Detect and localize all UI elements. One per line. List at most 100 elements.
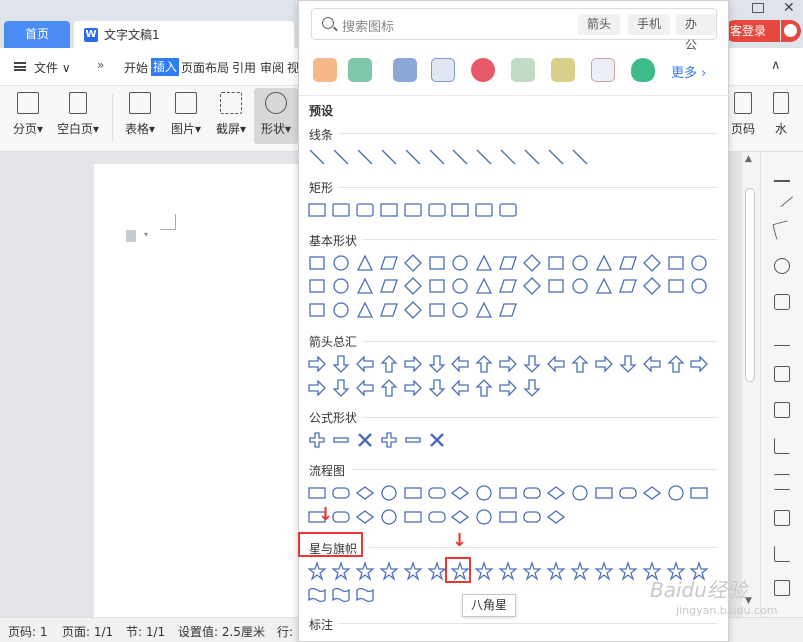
shape-basic-7[interactable] (474, 300, 494, 320)
pyramid-icon[interactable] (774, 330, 790, 346)
shape-flow-9[interactable] (522, 507, 542, 527)
shape-basic-15[interactable] (666, 253, 686, 273)
shape-basic-1[interactable] (331, 276, 351, 296)
shape-line-6[interactable] (450, 147, 470, 167)
shape-flow-8[interactable] (498, 483, 518, 503)
shape-basic-0[interactable] (307, 276, 327, 296)
shape-arrow-11[interactable] (570, 354, 590, 374)
medical-door-icon[interactable] (393, 58, 417, 82)
shape-basic-5[interactable] (427, 253, 447, 273)
shape-basic-6[interactable] (450, 253, 470, 273)
shape-basic-10[interactable] (546, 276, 566, 296)
shape-flow-15[interactable] (666, 483, 686, 503)
shape-line-0[interactable] (307, 147, 327, 167)
menu-item-start[interactable]: 开始 (124, 59, 148, 76)
collapse-ribbon-icon[interactable]: ∧ (771, 58, 781, 73)
shape-eq-5[interactable] (427, 430, 447, 450)
share-icon[interactable] (774, 546, 790, 562)
search-chip-arrow[interactable]: 箭头 (578, 14, 621, 35)
shape-rect-4[interactable] (403, 200, 423, 220)
shape-star-12[interactable] (594, 561, 614, 581)
shape-basic-14[interactable] (642, 276, 662, 296)
shape-rect-8[interactable] (498, 200, 518, 220)
shape-rect-0[interactable] (307, 200, 327, 220)
shape-banner-1[interactable] (331, 585, 351, 605)
shape-basic-2[interactable] (355, 276, 375, 296)
image-tool-icon[interactable] (774, 510, 790, 526)
file-menu[interactable]: 文件 ∨ (34, 59, 71, 76)
shape-arrow-14[interactable] (642, 354, 662, 374)
shape-flow-6[interactable] (450, 507, 470, 527)
shape-arrow-9[interactable] (522, 378, 542, 398)
shape-arrow-3[interactable] (379, 378, 399, 398)
watermark-button[interactable]: 水 (770, 92, 792, 137)
shape-basic-8[interactable] (498, 276, 518, 296)
page-break-button[interactable]: 分页▾ (10, 92, 46, 137)
shape-basic-7[interactable] (474, 253, 494, 273)
shape-star-8[interactable] (498, 561, 518, 581)
shape-arrow-16[interactable] (689, 354, 709, 374)
shape-arrow-8[interactable] (498, 378, 518, 398)
shape-line-10[interactable] (546, 147, 566, 167)
shape-flow-10[interactable] (546, 507, 566, 527)
shape-flow-3[interactable] (379, 507, 399, 527)
shape-line-9[interactable] (522, 147, 542, 167)
shape-arrow-1[interactable] (331, 378, 351, 398)
shape-flow-9[interactable] (522, 483, 542, 503)
shape-arrow-15[interactable] (666, 354, 686, 374)
menu-item-review[interactable]: 审阅 (260, 59, 284, 76)
scroll-up-icon[interactable]: ▲ (745, 154, 752, 164)
shape-flow-6[interactable] (450, 483, 470, 503)
shape-basic-0[interactable] (307, 253, 327, 273)
shapes-button[interactable]: 形状▾ (254, 88, 298, 144)
shape-arrow-7[interactable] (474, 354, 494, 374)
shape-flow-14[interactable] (642, 483, 662, 503)
shape-basic-13[interactable] (618, 253, 638, 273)
shape-star-5[interactable] (426, 561, 447, 581)
shape-basic-15[interactable] (666, 276, 686, 296)
shape-arrow-13[interactable] (618, 354, 638, 374)
shape-basic-3[interactable] (379, 300, 399, 320)
medical-monitor-icon[interactable] (431, 58, 455, 82)
copy-icon[interactable] (774, 580, 790, 596)
shape-basic-4[interactable] (403, 276, 423, 296)
medical-record-icon[interactable] (511, 58, 535, 82)
tab-home[interactable]: 首页 (4, 21, 70, 48)
shape-eq-2[interactable] (355, 430, 375, 450)
shape-basic-1[interactable] (331, 253, 351, 273)
screenshot-button[interactable]: 截屏▾ (212, 92, 250, 137)
shape-star-1[interactable] (331, 561, 351, 581)
shape-star-9[interactable] (522, 561, 542, 581)
menu-icon[interactable] (14, 62, 26, 71)
shape-arrow-4[interactable] (403, 354, 423, 374)
avatar[interactable] (781, 20, 801, 42)
shape-flow-2[interactable] (355, 507, 375, 527)
shape-eq-4[interactable] (403, 430, 423, 450)
shape-flow-0[interactable] (307, 483, 327, 503)
shape-basic-6[interactable] (450, 276, 470, 296)
shape-line-8[interactable] (498, 147, 518, 167)
settings-sliders-icon[interactable] (774, 474, 790, 490)
shape-line-7[interactable] (474, 147, 494, 167)
shape-tool-icon[interactable] (774, 294, 790, 310)
shape-flow-2[interactable] (355, 483, 375, 503)
shape-basic-12[interactable] (594, 253, 614, 273)
cursor-icon[interactable] (772, 220, 792, 240)
shape-basic-13[interactable] (618, 276, 638, 296)
grid-apps-icon[interactable] (774, 402, 790, 418)
shape-star-7[interactable] (474, 561, 495, 581)
paragraph-options-icon[interactable] (126, 230, 136, 242)
chevron-right-icon[interactable]: » (97, 58, 104, 72)
shape-arrow-6[interactable] (450, 378, 470, 398)
menu-item-references[interactable]: 引用 (232, 59, 256, 76)
shape-arrow-9[interactable] (522, 354, 542, 374)
scrollbar-thumb[interactable] (745, 188, 755, 382)
shape-flow-5[interactable] (427, 507, 447, 527)
shape-flow-7[interactable] (474, 483, 494, 503)
head-alert-icon[interactable] (313, 58, 337, 82)
shape-flow-10[interactable] (546, 483, 566, 503)
shape-basic-5[interactable] (427, 276, 447, 296)
shape-banner-2[interactable] (355, 585, 375, 605)
search-chip-office[interactable]: 办公 (676, 14, 716, 52)
shape-flow-13[interactable] (618, 483, 638, 503)
